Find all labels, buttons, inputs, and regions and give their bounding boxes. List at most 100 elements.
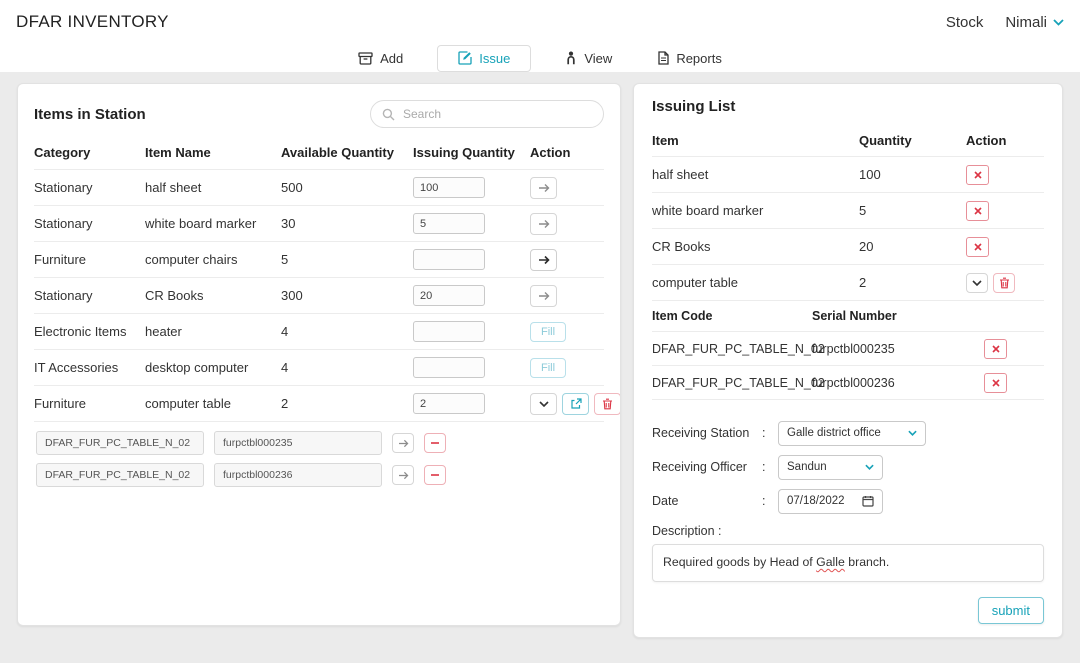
arrow-right-icon (538, 255, 550, 265)
arrow-right-icon (398, 439, 409, 448)
item-row-computer-chairs: Furniture computer chairs 5 (34, 242, 604, 278)
receiving-officer-label: Receiving Officer (652, 460, 762, 474)
issuing-qty: 100 (859, 167, 966, 182)
issuing-item: computer table (652, 275, 859, 290)
issue-icon (458, 51, 472, 65)
description-text: branch. (845, 555, 889, 569)
col-issuing-quantity: Issuing Quantity (413, 145, 530, 160)
remove-serial-button[interactable] (984, 373, 1007, 393)
remove-item-button[interactable] (966, 237, 989, 257)
item-row-cr-books: Stationary CR Books 300 (34, 278, 604, 314)
issuing-row-white-board-marker: white board marker 5 (652, 193, 1044, 229)
issue-arrow-button[interactable] (530, 249, 557, 271)
date-label: Date (652, 494, 762, 508)
tab-issue-label: Issue (479, 51, 510, 66)
serial-number: furpctbl000236 (812, 376, 984, 390)
fill-button[interactable]: Fill (530, 322, 566, 342)
minus-icon (431, 442, 439, 444)
issuing-quantity-input[interactable] (413, 285, 485, 306)
serial-table-header: Item Code Serial Number (652, 301, 1044, 332)
issue-serial-arrow-button[interactable] (392, 433, 414, 453)
reports-icon (658, 51, 669, 65)
item-category: Stationary (34, 180, 145, 195)
issuing-quantity-input[interactable] (413, 357, 485, 378)
col-action: Action (530, 145, 604, 160)
col-item-code: Item Code (652, 309, 812, 323)
item-code-input[interactable] (36, 431, 204, 455)
submit-button[interactable]: submit (978, 597, 1044, 624)
description-text: Required goods by Head of (663, 555, 816, 569)
search-box (370, 100, 604, 128)
remove-serial-button[interactable] (984, 339, 1007, 359)
issuing-quantity-input[interactable] (413, 249, 485, 270)
issuing-item: half sheet (652, 167, 859, 182)
issuing-quantity-input[interactable] (413, 213, 485, 234)
tab-view[interactable]: View (553, 46, 624, 71)
item-name: white board marker (145, 216, 281, 231)
issuing-quantity-input[interactable] (413, 177, 485, 198)
item-category: Stationary (34, 216, 145, 231)
receiving-officer-select[interactable]: Sandun (778, 455, 883, 480)
date-value: 07/18/2022 (787, 495, 845, 507)
col-serial-number: Serial Number (812, 309, 984, 323)
issuing-quantity-input[interactable] (413, 393, 485, 414)
item-code-input[interactable] (36, 463, 204, 487)
issuing-table-header: Item Quantity Action (652, 125, 1044, 157)
item-name: heater (145, 324, 281, 339)
stock-link[interactable]: Stock (946, 14, 984, 31)
serial-entry-row (34, 427, 604, 459)
trash-icon (999, 277, 1010, 289)
receiving-officer-value: Sandun (787, 461, 827, 473)
chevron-down-icon (1053, 19, 1064, 26)
tab-reports[interactable]: Reports (646, 46, 734, 71)
issue-arrow-button[interactable] (530, 285, 557, 307)
tab-view-label: View (584, 51, 612, 66)
date-input[interactable]: 07/18/2022 (778, 489, 883, 514)
issuing-quantity-input[interactable] (413, 321, 485, 342)
item-available: 30 (281, 216, 413, 231)
add-icon (358, 52, 373, 65)
fill-button[interactable]: Fill (530, 358, 566, 378)
topbar: DFAR INVENTORY Stock Nimali (0, 0, 1080, 44)
issue-arrow-button[interactable] (530, 177, 557, 199)
calendar-icon (862, 495, 874, 507)
serial-number-input[interactable] (214, 463, 382, 487)
issue-serial-arrow-button[interactable] (392, 465, 414, 485)
issuing-row-half-sheet: half sheet 100 (652, 157, 1044, 193)
issuing-list-panel: Issuing List Item Quantity Action half s… (633, 83, 1063, 638)
tab-add[interactable]: Add (346, 46, 415, 71)
issue-arrow-button[interactable] (530, 213, 557, 235)
receiving-station-select[interactable]: Galle district office (778, 421, 926, 446)
issuing-qty: 5 (859, 203, 966, 218)
chevron-down-icon (908, 430, 917, 436)
item-row-desktop-computer: IT Accessories desktop computer 4 Fill (34, 350, 604, 386)
collapse-serials-button[interactable] (530, 393, 557, 415)
arrow-right-icon (538, 183, 550, 193)
description-textarea[interactable]: Required goods by Head of Galle branch. (652, 544, 1044, 582)
user-menu[interactable]: Nimali (1005, 14, 1064, 31)
delete-item-button[interactable] (993, 273, 1015, 293)
col-quantity: Quantity (859, 133, 966, 148)
item-name: computer table (145, 396, 281, 411)
delete-row-button[interactable] (594, 393, 621, 415)
remove-serial-button[interactable] (424, 465, 446, 485)
trash-icon (602, 398, 613, 410)
receiving-station-label: Receiving Station (652, 426, 762, 440)
col-available-quantity: Available Quantity (281, 145, 413, 160)
issuing-qty: 2 (859, 275, 966, 290)
items-in-station-panel: Items in Station Category Item Name Avai… (17, 83, 621, 626)
remove-item-button[interactable] (966, 165, 989, 185)
col-item-name: Item Name (145, 145, 281, 160)
serial-number-input[interactable] (214, 431, 382, 455)
issuing-row-cr-books: CR Books 20 (652, 229, 1044, 265)
remove-serial-button[interactable] (424, 433, 446, 453)
issue-form: Receiving Station : Galle district offic… (652, 420, 1044, 624)
tab-issue[interactable]: Issue (437, 45, 531, 72)
search-input[interactable] (370, 100, 604, 128)
export-serials-button[interactable] (562, 393, 589, 415)
remove-item-button[interactable] (966, 201, 989, 221)
collapse-serials-button[interactable] (966, 273, 988, 293)
search-icon (382, 108, 395, 121)
item-name: desktop computer (145, 360, 281, 375)
issuing-row-computer-table: computer table 2 (652, 265, 1044, 301)
